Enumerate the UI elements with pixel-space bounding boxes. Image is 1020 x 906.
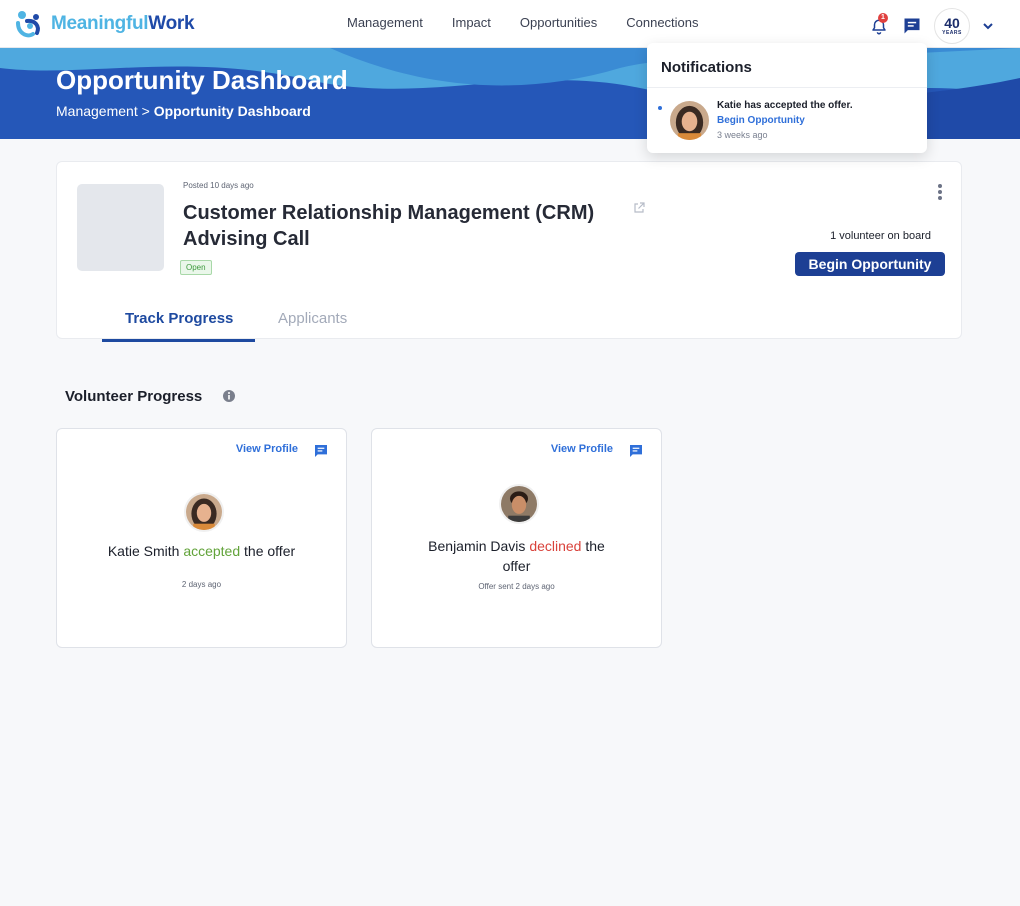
- org-avatar[interactable]: 40 YEARS: [934, 8, 970, 44]
- main-nav: Management Impact Opportunities Connecti…: [347, 15, 728, 30]
- status-time: Offer sent 2 days ago: [478, 582, 555, 591]
- begin-opportunity-button[interactable]: Begin Opportunity: [795, 252, 945, 276]
- divider: [647, 87, 927, 88]
- avatar: [184, 492, 224, 532]
- nav-connections[interactable]: Connections: [626, 15, 698, 30]
- notifications-title: Notifications: [661, 59, 752, 76]
- katie-avatar-icon: [670, 101, 709, 140]
- view-profile-link[interactable]: View Profile: [551, 443, 613, 455]
- breadcrumb-separator: >: [141, 103, 150, 119]
- section-title: Volunteer Progress: [65, 388, 203, 405]
- status-time: 2 days ago: [181, 580, 222, 589]
- benjamin-avatar-icon: [501, 486, 537, 522]
- nav-opportunities[interactable]: Opportunities: [520, 15, 597, 30]
- volunteer-card-katie: View Profile Katie Smith accepted the of…: [56, 428, 347, 648]
- view-profile-link[interactable]: View Profile: [236, 443, 298, 455]
- opportunity-card: Posted 10 days ago Customer Relationship…: [56, 161, 962, 342]
- active-tab-indicator: [102, 339, 255, 342]
- notification-count-badge: 1: [878, 13, 888, 23]
- volunteer-card-benjamin: View Profile Benjamin Davis declined the…: [371, 428, 662, 648]
- breadcrumb-current: Opportunity Dashboard: [153, 103, 311, 119]
- chevron-down-icon[interactable]: [982, 20, 994, 32]
- status-badge: Open: [180, 260, 212, 275]
- volunteer-count: 1 volunteer on board: [830, 230, 931, 242]
- volunteer-status-text: Benjamin Davis declined the offer: [428, 538, 605, 574]
- header-actions: 1 40 YEARS: [870, 8, 994, 44]
- volunteer-status-text: Katie Smith accepted the offer: [107, 543, 296, 559]
- external-link-icon[interactable]: [633, 202, 645, 214]
- breadcrumb: Management > Opportunity Dashboard: [56, 103, 311, 119]
- nav-management[interactable]: Management: [347, 15, 423, 30]
- opportunity-title: Customer Relationship Management (CRM) A…: [183, 202, 595, 250]
- page-title: Opportunity Dashboard: [56, 65, 348, 95]
- notification-message: Katie has accepted the offer.: [717, 100, 853, 111]
- notification-begin-link[interactable]: Begin Opportunity: [717, 115, 805, 126]
- messages-icon[interactable]: [902, 16, 922, 36]
- tab-track-progress[interactable]: Track Progress: [125, 310, 233, 327]
- opportunity-image-placeholder: [77, 184, 164, 271]
- accepted-label: accepted: [183, 543, 241, 559]
- notifications-dropdown: Notifications Katie has accepted the off…: [647, 43, 927, 153]
- posted-date: Posted 10 days ago: [183, 181, 254, 190]
- brand-logo[interactable]: MeaningfulWork: [13, 7, 195, 41]
- avatar: [499, 484, 539, 524]
- katie-avatar-icon: [186, 494, 222, 530]
- tab-applicants[interactable]: Applicants: [278, 310, 347, 327]
- declined-label: declined: [529, 538, 582, 554]
- more-options-icon[interactable]: [937, 184, 943, 202]
- message-icon[interactable]: [628, 443, 644, 459]
- brand-name: MeaningfulWork: [51, 13, 195, 34]
- info-icon[interactable]: [222, 389, 236, 403]
- notification-time: 3 weeks ago: [717, 130, 768, 140]
- avatar: [670, 101, 709, 140]
- unread-dot-icon: [658, 106, 662, 110]
- top-navbar: MeaningfulWork Management Impact Opportu…: [0, 0, 1020, 48]
- nav-impact[interactable]: Impact: [452, 15, 491, 30]
- notifications-button[interactable]: 1: [870, 13, 888, 36]
- meaningfulwork-logo-icon: [16, 11, 40, 38]
- message-icon[interactable]: [313, 443, 329, 459]
- breadcrumb-management[interactable]: Management: [56, 103, 138, 119]
